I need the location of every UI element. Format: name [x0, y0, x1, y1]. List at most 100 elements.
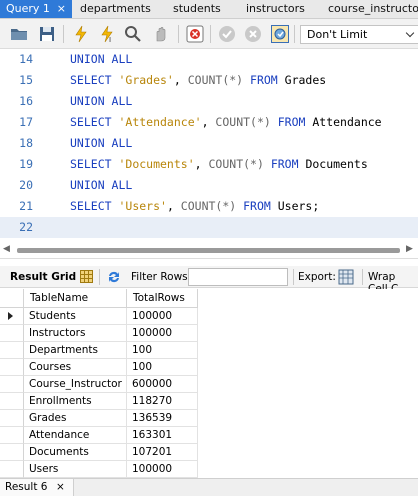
cell-totalrows[interactable]: 118270 [127, 393, 198, 410]
execute-current-icon[interactable]: I [98, 25, 116, 43]
toolbar-separator [63, 25, 64, 43]
cell-totalrows[interactable]: 136539 [127, 410, 198, 427]
code-line[interactable]: 22 [0, 217, 418, 238]
table-row[interactable]: Documents 107201 [0, 444, 198, 461]
code-text: UNION ALL [70, 175, 132, 196]
column-header-tablename[interactable]: TableName [24, 289, 127, 308]
column-header-totalrows[interactable]: TotalRows [127, 289, 198, 308]
filter-rows-input[interactable] [188, 268, 288, 286]
limit-rows-select[interactable]: Don't Limit [300, 25, 418, 44]
tab-label: instructors [246, 2, 305, 15]
rollback-icon[interactable] [244, 25, 262, 43]
row-selector[interactable] [0, 461, 24, 478]
table-row[interactable]: Attendance 163301 [0, 427, 198, 444]
scroll-right-icon[interactable]: ▶ [406, 244, 413, 254]
code-line[interactable]: 19 SELECT 'Documents', COUNT(*) FROM Docu… [0, 154, 418, 175]
autocommit-icon[interactable] [271, 25, 289, 43]
scrollbar-thumb[interactable] [17, 248, 400, 253]
cell-tablename[interactable]: Departments [24, 342, 127, 359]
tab-instructors[interactable]: instructors [246, 0, 305, 18]
code-token: 'Attendance' [118, 115, 202, 129]
result-grid-button[interactable]: Result Grid [10, 271, 76, 283]
row-selector[interactable] [0, 427, 24, 444]
find-icon[interactable] [124, 25, 142, 43]
sql-editor[interactable]: 14 UNION ALL 15 SELECT 'Grades', COUNT(*) F… [0, 49, 418, 241]
cell-totalrows[interactable]: 163301 [127, 427, 198, 444]
code-line[interactable]: 14 UNION ALL [0, 49, 418, 70]
cell-tablename[interactable]: Attendance [24, 427, 127, 444]
table-row[interactable]: Departments 100 [0, 342, 198, 359]
row-selector[interactable] [0, 308, 24, 325]
cell-tablename[interactable]: Instructors [24, 325, 127, 342]
cell-totalrows[interactable]: 100000 [127, 461, 198, 478]
toolbar-separator [362, 269, 363, 285]
scroll-left-icon[interactable]: ◀ [3, 244, 10, 254]
row-selector[interactable] [0, 325, 24, 342]
cell-totalrows[interactable]: 600000 [127, 376, 198, 393]
code-line[interactable]: 15 SELECT 'Grades', COUNT(*) FROM Grades [0, 70, 418, 91]
tab-course-instructor[interactable]: course_instructor [328, 0, 418, 18]
filter-rows-label: Filter Rows: [131, 271, 192, 283]
code-token: 'Documents' [118, 157, 195, 171]
refresh-icon[interactable] [107, 270, 121, 284]
result-toolbar: Result Grid Filter Rows: Export: Wrap Ce… [0, 266, 418, 295]
toolbar-separator [99, 269, 100, 285]
table-row[interactable]: Instructors 100000 [0, 325, 198, 342]
code-token: FROM [243, 73, 285, 87]
result-grid[interactable]: TableName TotalRows Students 100000 Instru… [0, 289, 418, 478]
line-number: 14 [19, 52, 33, 66]
close-icon[interactable]: × [56, 479, 65, 495]
row-selector[interactable] [0, 376, 24, 393]
row-selector[interactable] [0, 342, 24, 359]
toggle-error-icon[interactable] [186, 25, 204, 43]
line-number: 19 [19, 157, 33, 171]
code-line[interactable]: 18 UNION ALL [0, 133, 418, 154]
code-line[interactable]: 21 SELECT 'Users', COUNT(*) FROM Users; [0, 196, 418, 217]
cell-tablename[interactable]: Enrollments [24, 393, 127, 410]
save-icon[interactable] [38, 25, 56, 43]
cell-tablename[interactable]: Users [24, 461, 127, 478]
tab-departments[interactable]: departments [80, 0, 151, 18]
code-token: , [194, 157, 209, 171]
cell-totalrows[interactable]: 100 [127, 342, 198, 359]
cell-tablename[interactable]: Grades [24, 410, 127, 427]
cell-totalrows[interactable]: 100 [127, 359, 198, 376]
line-number: 22 [19, 220, 33, 234]
code-line[interactable]: 20 UNION ALL [0, 175, 418, 196]
tab-query-1[interactable]: Query 1 × [0, 0, 72, 18]
code-text: SELECT 'Grades', COUNT(*) FROM Grades [70, 70, 326, 91]
row-selector[interactable] [0, 444, 24, 461]
grid-header: TableName TotalRows [0, 289, 418, 308]
cell-totalrows[interactable]: 100000 [127, 325, 198, 342]
commit-icon[interactable] [218, 25, 236, 43]
table-row[interactable]: Grades 136539 [0, 410, 198, 427]
table-row[interactable]: Course_Instructor 600000 [0, 376, 198, 393]
code-line[interactable]: 17 SELECT 'Attendance', COUNT(*) FROM Att… [0, 112, 418, 133]
stop-icon[interactable] [152, 25, 170, 43]
svg-text:I: I [109, 36, 111, 43]
row-selector[interactable] [0, 393, 24, 410]
cell-tablename[interactable]: Students [24, 308, 127, 325]
tab-label: Query 1 [6, 2, 50, 15]
export-icon[interactable] [338, 269, 354, 285]
table-row[interactable]: Enrollments 118270 [0, 393, 198, 410]
cell-totalrows[interactable]: 107201 [127, 444, 198, 461]
cell-tablename[interactable]: Documents [24, 444, 127, 461]
grid-view-icon[interactable] [80, 270, 93, 283]
row-selector[interactable] [0, 410, 24, 427]
line-number: 20 [19, 178, 33, 192]
cell-tablename[interactable]: Course_Instructor [24, 376, 127, 393]
table-row[interactable]: Students 100000 [0, 308, 198, 325]
cell-tablename[interactable]: Courses [24, 359, 127, 376]
table-row[interactable]: Courses 100 [0, 359, 198, 376]
table-row[interactable]: Users 100000 [0, 461, 198, 478]
code-token: COUNT(*) [187, 73, 244, 87]
open-folder-icon[interactable] [10, 25, 28, 43]
close-icon[interactable]: × [57, 0, 66, 18]
code-line[interactable]: 16 UNION ALL [0, 91, 418, 112]
execute-icon[interactable] [72, 25, 90, 43]
editor-horizontal-scrollbar[interactable]: ◀ ▶ [0, 241, 418, 259]
row-selector[interactable] [0, 359, 24, 376]
cell-totalrows[interactable]: 100000 [127, 308, 198, 325]
tab-students[interactable]: students [173, 0, 221, 18]
